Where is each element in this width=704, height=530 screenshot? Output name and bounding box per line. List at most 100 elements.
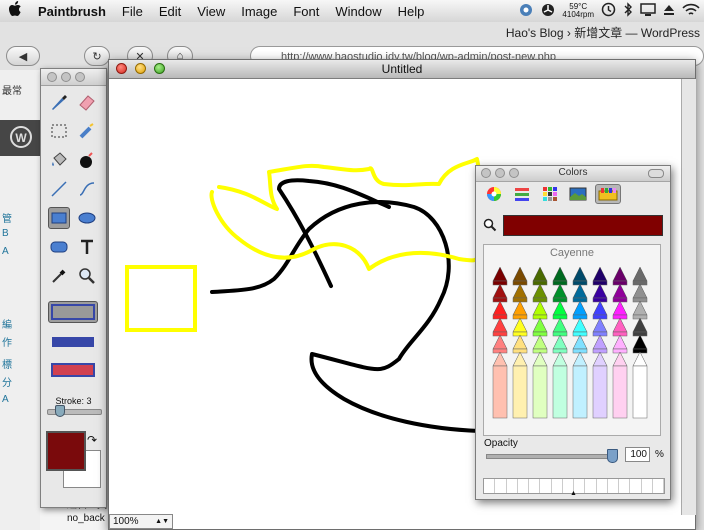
display-icon[interactable]: [640, 2, 656, 20]
vertical-scrollbar[interactable]: [681, 79, 696, 515]
wp-sidebar-link[interactable]: A: [2, 394, 9, 405]
crayon[interactable]: [532, 283, 548, 303]
eraser-tool[interactable]: [76, 91, 98, 113]
crayon[interactable]: [492, 317, 508, 337]
crayon[interactable]: [492, 351, 508, 419]
crayon[interactable]: [512, 283, 528, 303]
crayon[interactable]: [552, 300, 568, 320]
crayon[interactable]: [512, 300, 528, 320]
spray-tool[interactable]: [76, 149, 98, 171]
crayon[interactable]: [632, 266, 648, 286]
paint-bucket-tool[interactable]: [48, 149, 70, 171]
close-dot-icon[interactable]: [47, 72, 57, 82]
crayon[interactable]: [532, 317, 548, 337]
menu-edit[interactable]: Edit: [151, 4, 189, 19]
opacity-field[interactable]: 100: [625, 447, 650, 462]
zoom-dot-icon[interactable]: [75, 72, 85, 82]
crayon[interactable]: [632, 300, 648, 320]
menu-font[interactable]: Font: [285, 4, 327, 19]
crayon[interactable]: [492, 334, 508, 354]
swap-colors-icon[interactable]: ↷: [87, 433, 97, 447]
crayon[interactable]: [492, 283, 508, 303]
crayon[interactable]: [572, 317, 588, 337]
crayon[interactable]: [492, 300, 508, 320]
menu-file[interactable]: File: [114, 4, 151, 19]
wp-sidebar-link[interactable]: 標: [2, 356, 12, 371]
crayon[interactable]: [592, 266, 608, 286]
crayon[interactable]: [492, 266, 508, 286]
opacity-slider-knob[interactable]: [607, 449, 618, 463]
curve-tool[interactable]: [76, 178, 98, 200]
crayon[interactable]: [612, 266, 628, 286]
color-palettes-mode[interactable]: [539, 184, 561, 204]
wp-sidebar-link[interactable]: 管: [2, 210, 12, 225]
back-button[interactable]: ◀: [6, 46, 40, 66]
selection-tool[interactable]: [48, 120, 70, 142]
crayon[interactable]: [612, 300, 628, 320]
apple-menu-icon[interactable]: [0, 1, 30, 21]
menu-paintbrush[interactable]: Paintbrush: [30, 4, 114, 19]
crayon[interactable]: [572, 334, 588, 354]
crayon[interactable]: [612, 283, 628, 303]
swatch-slot[interactable]: [608, 479, 619, 493]
wp-sidebar-link[interactable]: 分: [2, 374, 12, 389]
menu-image[interactable]: Image: [233, 4, 285, 19]
crayon-picker[interactable]: Cayenne: [483, 244, 661, 436]
gear-status-icon[interactable]: [518, 2, 534, 21]
swatch-slot[interactable]: [619, 479, 631, 493]
line-tool[interactable]: [48, 178, 70, 200]
toolbox-titlebar[interactable]: [41, 69, 106, 86]
wp-sidebar-link[interactable]: A: [2, 246, 9, 257]
color-wheel-mode[interactable]: [483, 184, 505, 204]
wp-sidebar-link[interactable]: 編: [2, 316, 12, 331]
swatch-slot[interactable]: [495, 479, 507, 493]
crayon[interactable]: [552, 317, 568, 337]
swatch-slot[interactable]: [642, 479, 653, 493]
crayon[interactable]: [632, 334, 648, 354]
fan-icon[interactable]: [541, 3, 555, 20]
crayon[interactable]: [512, 266, 528, 286]
crayon[interactable]: [532, 266, 548, 286]
crayon[interactable]: [572, 300, 588, 320]
color-sliders-mode[interactable]: [511, 184, 533, 204]
crayons-mode[interactable]: [595, 184, 621, 204]
text-tool[interactable]: [76, 236, 98, 258]
swatch-slot[interactable]: [552, 479, 563, 493]
crayon[interactable]: [572, 351, 588, 419]
crayon[interactable]: [572, 283, 588, 303]
crayon[interactable]: [552, 266, 568, 286]
crayon[interactable]: [632, 283, 648, 303]
swatch-slot[interactable]: [585, 479, 597, 493]
crayon[interactable]: [552, 334, 568, 354]
swatch-slot[interactable]: [630, 479, 642, 493]
zoom-tool[interactable]: [76, 265, 98, 287]
swatch-slot[interactable]: [597, 479, 608, 493]
bottom-item[interactable]: no_back: [40, 512, 110, 526]
crayon[interactable]: [552, 283, 568, 303]
foreground-color-swatch[interactable]: [46, 431, 86, 471]
wp-sidebar-link[interactable]: 作: [2, 334, 12, 349]
rectangle-tool[interactable]: [48, 207, 70, 229]
bluetooth-icon[interactable]: [623, 2, 633, 20]
fill-style-fill[interactable]: [48, 331, 98, 353]
swatch-grip-icon[interactable]: ▲: [570, 490, 577, 497]
text-select-tool[interactable]: [76, 120, 98, 142]
current-color-swatch[interactable]: [503, 215, 663, 236]
stroke-slider-knob[interactable]: [55, 405, 65, 417]
menu-help[interactable]: Help: [390, 4, 433, 19]
crayon[interactable]: [532, 351, 548, 419]
image-palettes-mode[interactable]: [567, 184, 589, 204]
eject-icon[interactable]: [663, 4, 675, 19]
crayon[interactable]: [552, 351, 568, 419]
crayon[interactable]: [572, 266, 588, 286]
menu-view[interactable]: View: [189, 4, 233, 19]
swatch-slot[interactable]: [653, 479, 664, 493]
canvas-titlebar[interactable]: Untitled: [109, 60, 695, 79]
reload-button[interactable]: ↻: [84, 46, 110, 66]
swatch-slot[interactable]: [484, 479, 496, 493]
magnifier-icon[interactable]: [483, 218, 497, 235]
crayon[interactable]: [592, 283, 608, 303]
crayon[interactable]: [512, 317, 528, 337]
crayon[interactable]: [532, 334, 548, 354]
crayon[interactable]: [592, 300, 608, 320]
